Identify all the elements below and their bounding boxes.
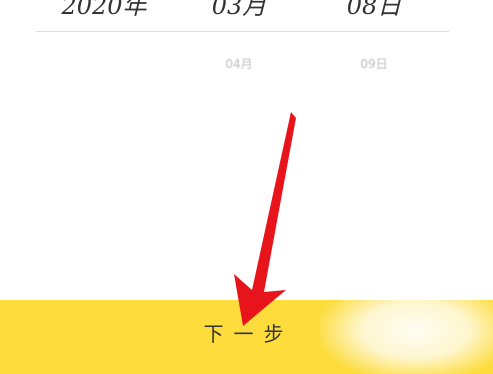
- picker-day-selected[interactable]: 08日: [314, 0, 434, 26]
- date-picker[interactable]: 2020年 03月 08日 04月 09日: [0, 0, 493, 120]
- date-picker-selected-row: 2020年 03月 08日: [0, 0, 493, 26]
- picker-divider: [36, 31, 449, 32]
- screen: 2020年 03月 08日 04月 09日 下一步: [0, 0, 493, 374]
- picker-year-selected[interactable]: 2020年: [44, 0, 164, 26]
- picker-month-option[interactable]: 04月: [179, 44, 299, 84]
- next-step-label: 下一步: [203, 322, 294, 346]
- next-step-button[interactable]: 下一步: [0, 300, 493, 374]
- picker-month-selected[interactable]: 03月: [179, 0, 299, 26]
- picker-day-option[interactable]: 09日: [314, 44, 434, 84]
- date-picker-next-row: 04月 09日: [0, 44, 493, 84]
